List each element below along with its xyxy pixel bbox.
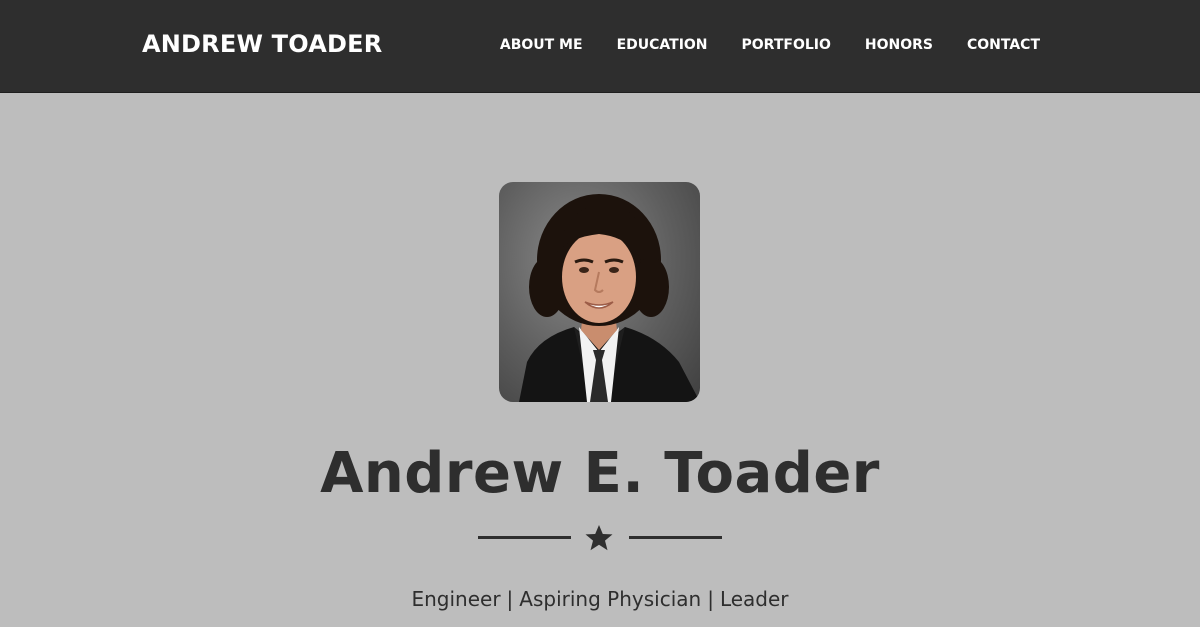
star-divider [0,521,1200,555]
tagline-item-aspiring-physician: Aspiring Physician [519,587,702,611]
portrait-illustration [519,194,700,402]
star-icon [585,525,613,551]
nav-about-me[interactable]: ABOUT ME [500,37,593,53]
tagline-item-leader: Leader [719,587,789,611]
nav-honors[interactable]: HONORS [841,37,943,53]
brand-link[interactable]: ANDREW TOADER [142,30,382,58]
nav-education[interactable]: EDUCATION [593,37,718,53]
nav-menu: ABOUT ME EDUCATION PORTFOLIO HONORS CONT… [500,37,1050,53]
profile-photo [499,182,700,402]
tagline: Engineer | Aspiring Physician | Leader [0,586,1200,612]
tagline-separator: | [707,587,714,611]
hero-name: Andrew E. Toader [320,441,880,506]
divider-line-right [629,536,722,539]
tagline-item-engineer: Engineer [411,587,501,611]
tagline-separator: | [506,587,514,611]
nav-contact[interactable]: CONTACT [943,37,1050,53]
navbar: ANDREW TOADER ABOUT ME EDUCATION PORTFOL… [0,0,1200,93]
divider-line-left [478,536,571,539]
nav-portfolio[interactable]: PORTFOLIO [718,37,841,53]
